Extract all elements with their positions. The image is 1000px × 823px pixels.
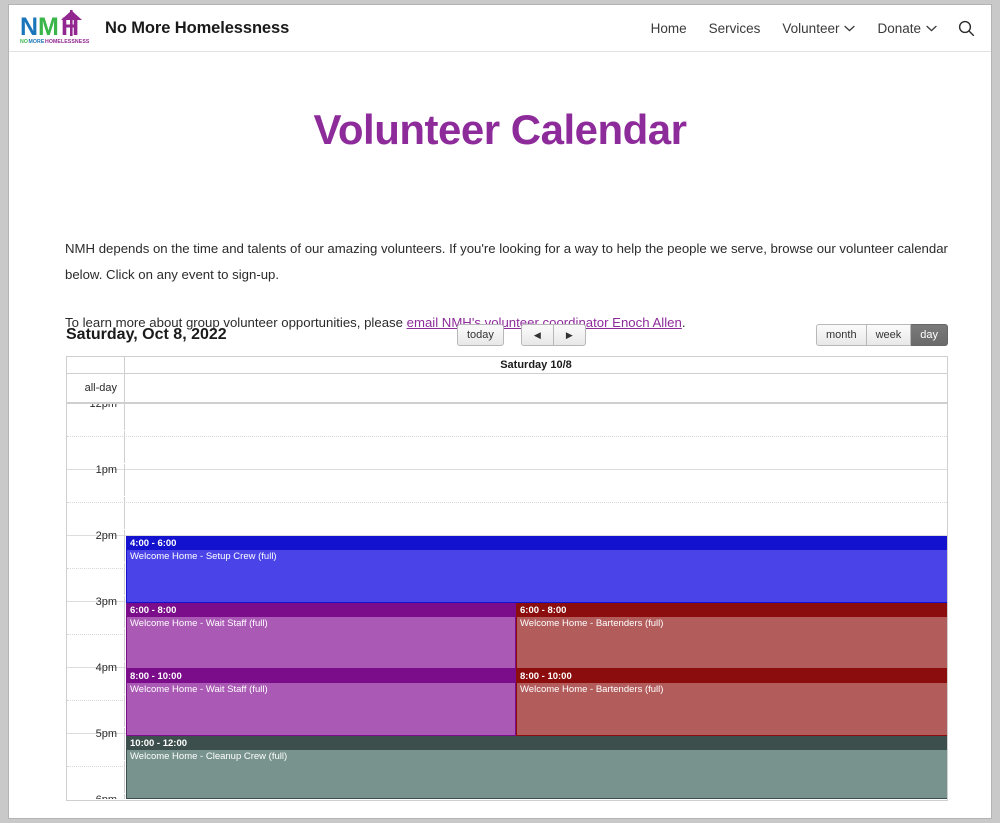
main-nav: Home Services Volunteer Donate <box>640 5 987 52</box>
time-axis-label-half <box>67 563 125 595</box>
svg-text:MORE: MORE <box>29 39 45 45</box>
brand-block[interactable]: N M H NO MORE HOMELESSNESS No More Homel… <box>19 8 289 48</box>
calendar-event-time: 6:00 - 8:00 <box>127 604 515 617</box>
calendar-toolbar: Saturday, Oct 8, 2022 today ◀ ▶ month we… <box>66 321 948 351</box>
time-axis-label: 12pm <box>67 404 125 430</box>
time-axis-label: 3pm <box>67 596 125 628</box>
page-title: Volunteer Calendar <box>313 106 687 153</box>
nav-item-home[interactable]: Home <box>640 21 698 36</box>
calendar-event-title: Welcome Home - Wait Staff (full) <box>130 684 268 695</box>
view-button-week[interactable]: week <box>866 324 912 346</box>
nmh-logo: N M H NO MORE HOMELESSNESS <box>19 8 91 48</box>
intro-paragraph-1: NMH depends on the time and talents of o… <box>65 236 953 288</box>
nav-item-services[interactable]: Services <box>698 21 772 36</box>
calendar-event[interactable]: 8:00 - 10:00 Welcome Home - Bartenders (f… <box>516 669 947 736</box>
calendar-event-title: Welcome Home - Bartenders (full) <box>520 684 664 695</box>
next-arrow-icon: ▶ <box>565 330 573 340</box>
view-button-day[interactable]: day <box>911 324 948 346</box>
nav-item-label: Home <box>650 21 687 36</box>
calendar-event-time: 8:00 - 10:00 <box>127 670 515 683</box>
day-header-axis-corner <box>67 357 125 373</box>
time-axis-label: 4pm <box>67 662 125 694</box>
nav-item-label: Volunteer <box>782 21 840 36</box>
calendar-event[interactable]: 10:00 - 12:00 Welcome Home - Cleanup Crew… <box>126 736 947 799</box>
calendar-event-title: Welcome Home - Bartenders (full) <box>520 618 664 629</box>
calendar-date-title: Saturday, Oct 8, 2022 <box>66 326 227 343</box>
time-axis-label: 6pm <box>67 794 125 799</box>
nav-item-donate[interactable]: Donate <box>866 21 948 36</box>
chevron-down-icon <box>926 25 937 32</box>
time-slot-cell[interactable] <box>125 404 947 436</box>
time-slot-cell[interactable] <box>125 470 947 502</box>
all-day-row: all-day <box>67 374 947 404</box>
calendar-event[interactable]: 8:00 - 10:00 Welcome Home - Wait Staff (f… <box>126 669 516 736</box>
calendar-day-header-row: Saturday 10/8 <box>67 357 947 374</box>
calendar-event-title: Welcome Home - Setup Crew (full) <box>130 551 277 562</box>
volunteer-calendar: Saturday, Oct 8, 2022 today ◀ ▶ month we… <box>66 321 948 801</box>
time-slot-cell[interactable] <box>125 503 947 535</box>
search-icon[interactable] <box>948 20 987 37</box>
time-slots-area: 12pm 1pm 2pm 3pm 4pm 5pm 6pm 7pm 8pm 9 <box>67 404 947 799</box>
calendar-grid: Saturday 10/8 all-day 12pm 1pm 2pm 3pm 4… <box>66 356 948 801</box>
today-button[interactable]: today <box>457 324 504 346</box>
time-axis-label-half <box>67 497 125 529</box>
browser-page: N M H NO MORE HOMELESSNESS No More Homel… <box>8 4 992 819</box>
time-axis-label-half <box>67 761 125 793</box>
calendar-event-time: 8:00 - 10:00 <box>517 670 947 683</box>
svg-text:M: M <box>38 13 59 41</box>
calendar-event-time: 10:00 - 12:00 <box>127 737 947 750</box>
brand-name: No More Homelessness <box>105 18 290 37</box>
prev-day-button[interactable]: ◀ <box>520 324 554 346</box>
calendar-event-time: 6:00 - 8:00 <box>517 604 947 617</box>
calendar-event-time: 4:00 - 6:00 <box>127 537 947 550</box>
time-axis-label: 1pm <box>67 464 125 496</box>
svg-text:NO: NO <box>20 39 28 45</box>
time-slot-row <box>67 497 947 536</box>
time-axis-label-half <box>67 431 125 463</box>
time-axis-label: 5pm <box>67 728 125 760</box>
calendar-event[interactable]: 6:00 - 8:00 Welcome Home - Wait Staff (fu… <box>126 603 516 669</box>
time-axis-label: 2pm <box>67 530 125 562</box>
toolbar-spacer <box>504 324 521 346</box>
time-axis-label-half <box>67 629 125 661</box>
svg-text:N: N <box>20 13 38 41</box>
nav-item-label: Donate <box>877 21 921 36</box>
all-day-label: all-day <box>67 374 125 402</box>
time-slot-row <box>67 431 947 470</box>
nav-item-volunteer[interactable]: Volunteer <box>771 21 866 36</box>
time-slot-row: 12pm <box>67 404 947 437</box>
prev-arrow-icon: ◀ <box>533 330 541 340</box>
next-day-button[interactable]: ▶ <box>553 324 586 346</box>
calendar-nav-buttons: today ◀ ▶ <box>457 324 586 346</box>
time-axis-label-half <box>67 695 125 727</box>
site-header: N M H NO MORE HOMELESSNESS No More Homel… <box>9 5 991 52</box>
nav-item-label: Services <box>708 21 761 36</box>
calendar-event-title: Welcome Home - Cleanup Crew (full) <box>130 751 288 762</box>
time-slot-row: 1pm <box>67 464 947 503</box>
calendar-event[interactable]: 6:00 - 8:00 Welcome Home - Bartenders (fu… <box>516 603 947 669</box>
chevron-down-icon <box>844 25 856 32</box>
view-button-month[interactable]: month <box>815 324 867 346</box>
calendar-event-title: Welcome Home - Wait Staff (full) <box>130 618 268 629</box>
calendar-view-switcher: month week day <box>815 324 948 346</box>
calendar-event[interactable]: 4:00 - 6:00 Welcome Home - Setup Crew (fu… <box>126 536 947 603</box>
time-slot-cell[interactable] <box>125 437 947 469</box>
day-header-label: Saturday 10/8 <box>500 359 572 371</box>
svg-text:HOMELESSNESS: HOMELESSNESS <box>45 39 90 45</box>
all-day-slot[interactable] <box>125 374 947 402</box>
intro-paragraph-1-text: NMH depends on the time and talents of o… <box>65 241 948 282</box>
